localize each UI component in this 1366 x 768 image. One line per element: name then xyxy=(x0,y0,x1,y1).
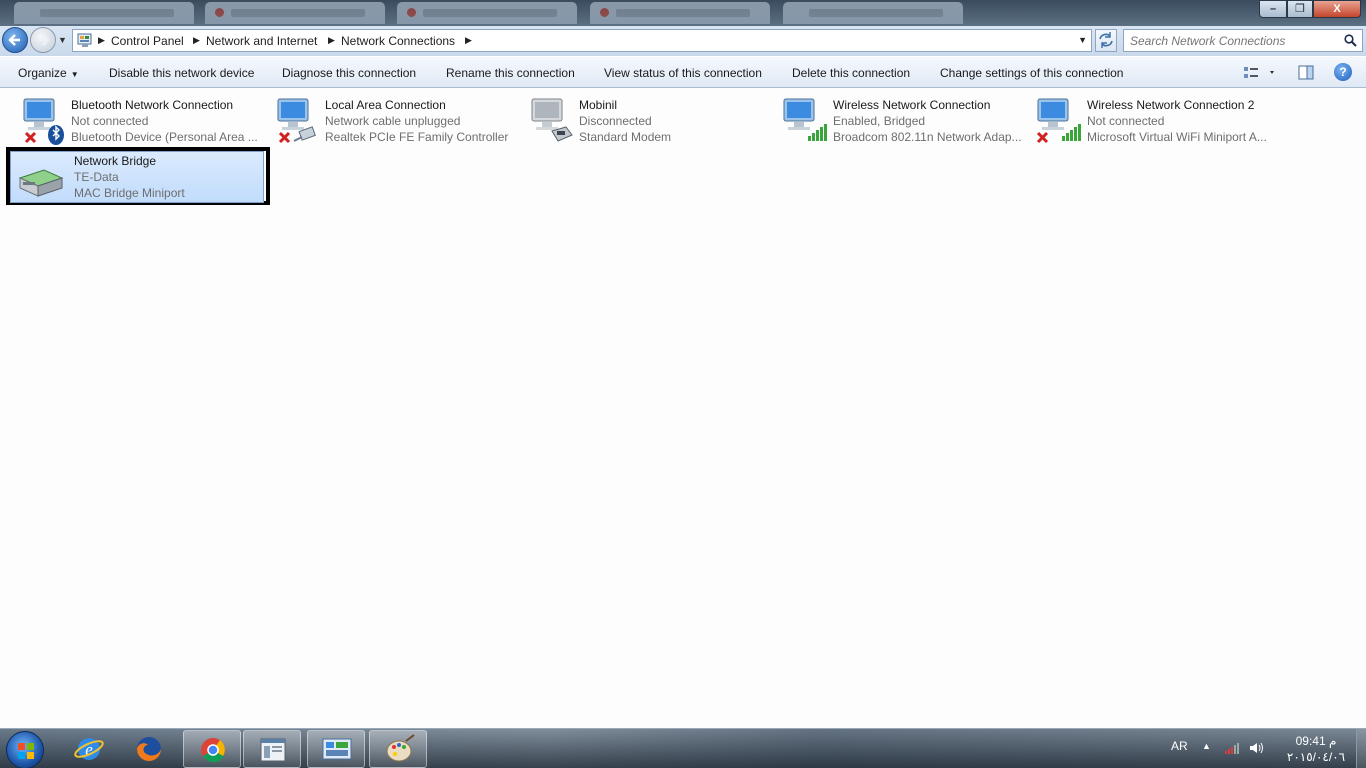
connection-status: Enabled, Bridged xyxy=(833,114,926,128)
refresh-button[interactable] xyxy=(1095,29,1117,52)
search-icon[interactable] xyxy=(1344,34,1357,47)
connection-status: Not connected xyxy=(1087,114,1165,128)
connection-device: Realtek PCIe FE Family Controller xyxy=(325,130,509,144)
connection-name: Wireless Network Connection xyxy=(833,98,991,112)
preview-pane-button[interactable] xyxy=(1297,64,1315,82)
connection-device: Microsoft Virtual WiFi Miniport A... xyxy=(1087,130,1267,144)
background-tab xyxy=(205,2,385,24)
preview-pane-icon xyxy=(1298,65,1314,80)
document-window-icon xyxy=(260,738,286,762)
volume-icon[interactable] xyxy=(1248,741,1264,755)
view-options-icon xyxy=(1244,67,1274,78)
organize-label: Organize xyxy=(18,66,67,80)
taskbar-firefox[interactable] xyxy=(120,730,178,768)
taskbar: e AR ▲ 09:41 م ٢٠١٥/٠٤/٠٦ xyxy=(0,728,1366,768)
change-view-button[interactable] xyxy=(1242,64,1278,82)
connection-item-network-bridge[interactable]: Network Bridge TE-Data MAC Bridge Minipo… xyxy=(10,151,264,203)
chevron-down-icon: ▼ xyxy=(70,70,79,79)
connection-device: Broadcom 802.11n Network Adap... xyxy=(833,130,1021,144)
show-hidden-icons-button[interactable]: ▲ xyxy=(1202,741,1211,751)
disable-network-device-button[interactable]: Disable this network device xyxy=(109,66,254,80)
clock-date[interactable]: ٢٠١٥/٠٤/٠٦ xyxy=(1278,750,1354,764)
connections-list: Bluetooth Network Connection Not connect… xyxy=(0,89,1366,728)
clock-time[interactable]: 09:41 م xyxy=(1278,734,1354,748)
language-indicator[interactable]: AR xyxy=(1171,739,1188,753)
connection-status: TE-Data xyxy=(74,170,119,184)
breadcrumb-separator[interactable]: ▶ xyxy=(328,35,335,46)
breadcrumb-separator[interactable]: ▶ xyxy=(193,35,200,46)
navigation-bar: ▼ ▶ Control Panel ▶ Network and Internet… xyxy=(0,26,1366,56)
control-panel-icon xyxy=(77,33,92,47)
window-title-bar: – ❐ X xyxy=(0,0,1366,26)
connection-status: Network cable unplugged xyxy=(325,114,461,128)
background-tab xyxy=(14,2,194,24)
network-status-icon[interactable] xyxy=(1224,741,1240,755)
refresh-icon xyxy=(1099,32,1113,48)
back-button[interactable] xyxy=(2,27,28,53)
help-button[interactable]: ? xyxy=(1334,63,1352,81)
breadcrumb-network-connections[interactable]: Network Connections xyxy=(341,34,455,48)
chrome-icon xyxy=(201,738,225,763)
background-tab xyxy=(590,2,770,24)
taskbar-notepad[interactable] xyxy=(243,730,301,768)
connection-item-wireless-2[interactable]: Wireless Network Connection 2 Not connec… xyxy=(1024,91,1278,144)
connection-device: MAC Bridge Miniport xyxy=(74,186,185,200)
connection-item-bluetooth[interactable]: Bluetooth Network Connection Not connect… xyxy=(8,91,262,145)
breadcrumb-control-panel[interactable]: Control Panel xyxy=(111,34,184,48)
connection-item-wireless[interactable]: Wireless Network Connection Enabled, Bri… xyxy=(770,91,1024,144)
rename-connection-button[interactable]: Rename this connection xyxy=(446,66,575,80)
wireless-network-icon xyxy=(783,98,827,141)
background-tab xyxy=(783,2,963,24)
taskbar-internet-explorer[interactable]: e xyxy=(60,730,118,768)
show-desktop-button[interactable] xyxy=(1356,729,1366,768)
forward-button[interactable] xyxy=(30,27,56,53)
delete-connection-button[interactable]: Delete this connection xyxy=(792,66,910,80)
connection-status: Disconnected xyxy=(579,114,652,128)
connection-name: Wireless Network Connection 2 xyxy=(1087,98,1255,112)
search-box[interactable] xyxy=(1123,29,1363,52)
control-panel-icon xyxy=(322,738,352,760)
address-history-dropdown[interactable]: ▼ xyxy=(1078,35,1087,45)
search-input[interactable] xyxy=(1130,33,1340,49)
breadcrumb-separator[interactable]: ▶ xyxy=(465,35,472,46)
network-bridge-icon xyxy=(18,169,64,197)
view-status-button[interactable]: View status of this connection xyxy=(604,66,762,80)
firefox-icon xyxy=(137,737,161,761)
command-bar: Organize ▼ Disable this network device Di… xyxy=(0,56,1366,88)
recent-pages-dropdown[interactable]: ▼ xyxy=(58,35,67,45)
start-button[interactable] xyxy=(6,731,44,768)
bluetooth-network-icon xyxy=(23,98,64,145)
minimize-button[interactable]: – xyxy=(1259,0,1287,18)
connection-name: Mobinil xyxy=(579,98,618,112)
forward-arrow-icon xyxy=(38,34,50,46)
diagnose-connection-button[interactable]: Diagnose this connection xyxy=(282,66,416,80)
change-settings-button[interactable]: Change settings of this connection xyxy=(940,66,1123,80)
taskbar-paint[interactable] xyxy=(369,730,427,768)
taskbar-control-panel[interactable] xyxy=(307,730,365,768)
paint-palette-icon xyxy=(386,734,415,762)
wireless-network-icon xyxy=(1036,98,1081,144)
breadcrumb-separator[interactable]: ▶ xyxy=(98,35,105,46)
connection-item-mobinil[interactable]: Mobinil Disconnected Standard Modem xyxy=(516,91,770,144)
connection-device: Standard Modem xyxy=(579,130,672,144)
back-arrow-icon xyxy=(8,34,20,46)
address-bar[interactable]: ▶ Control Panel ▶ Network and Internet ▶… xyxy=(72,29,1092,52)
organize-menu[interactable]: Organize ▼ xyxy=(18,66,79,80)
close-button[interactable]: X xyxy=(1313,0,1361,18)
windows-logo-icon xyxy=(18,743,34,759)
connection-name: Network Bridge xyxy=(74,154,157,168)
connection-device: Bluetooth Device (Personal Area ... xyxy=(71,130,258,144)
internet-explorer-icon: e xyxy=(74,738,104,760)
connection-status: Not connected xyxy=(71,114,149,128)
connection-name: Bluetooth Network Connection xyxy=(71,98,234,112)
maximize-button[interactable]: ❐ xyxy=(1287,0,1313,18)
modem-network-icon xyxy=(531,98,573,142)
background-tab xyxy=(397,2,577,24)
connection-item-local-area[interactable]: Local Area Connection Network cable unpl… xyxy=(262,91,516,144)
ethernet-network-icon xyxy=(277,98,316,144)
connection-name: Local Area Connection xyxy=(325,98,446,112)
breadcrumb-network-and-internet[interactable]: Network and Internet xyxy=(206,34,317,48)
taskbar-chrome[interactable] xyxy=(183,730,241,768)
